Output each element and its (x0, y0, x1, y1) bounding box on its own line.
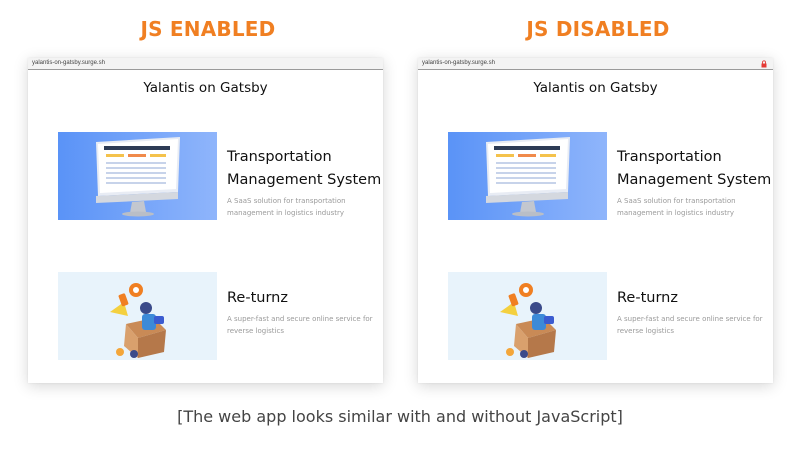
site-title: Yalantis on Gatsby (143, 80, 268, 96)
url-text: yalantis-on-gatsby.surge.sh (422, 60, 495, 66)
url-text: yalantis-on-gatsby.surge.sh (32, 60, 105, 66)
browser-window-js-enabled: yalantis-on-gatsby.surge.sh Yalantis on … (28, 58, 383, 383)
tms-title[interactable]: Transportation Management System (227, 146, 383, 192)
returnz-title[interactable]: Re-turnz (227, 287, 383, 310)
tms-image[interactable] (448, 132, 607, 220)
delivery-person-illustration (500, 283, 556, 358)
desktop-monitor-illustration (96, 137, 180, 217)
site-title: Yalantis on Gatsby (533, 80, 658, 96)
tms-title[interactable]: Transportation Management System (617, 146, 773, 192)
desktop-monitor-illustration (486, 137, 570, 217)
returnz-image[interactable] (58, 272, 217, 360)
returnz-image[interactable] (448, 272, 607, 360)
tms-description: A SaaS solution for transportation manag… (617, 197, 736, 217)
lock-icon[interactable] (760, 60, 768, 68)
address-bar[interactable]: yalantis-on-gatsby.surge.sh (28, 58, 383, 70)
browser-window-js-disabled: yalantis-on-gatsby.surge.sh Yalantis on … (418, 58, 773, 383)
returnz-description: A super-fast and secure online service f… (617, 315, 763, 335)
returnz-description: A super-fast and secure online service f… (227, 315, 373, 335)
caption: [The web app looks similar with and with… (177, 407, 623, 426)
js-disabled-heading: JS DISABLED (526, 17, 670, 41)
returnz-title[interactable]: Re-turnz (617, 287, 773, 310)
delivery-person-illustration (110, 283, 166, 358)
tms-image[interactable] (58, 132, 217, 220)
address-bar[interactable]: yalantis-on-gatsby.surge.sh (418, 58, 773, 70)
js-enabled-heading: JS ENABLED (140, 17, 276, 41)
tms-description: A SaaS solution for transportation manag… (227, 197, 346, 217)
